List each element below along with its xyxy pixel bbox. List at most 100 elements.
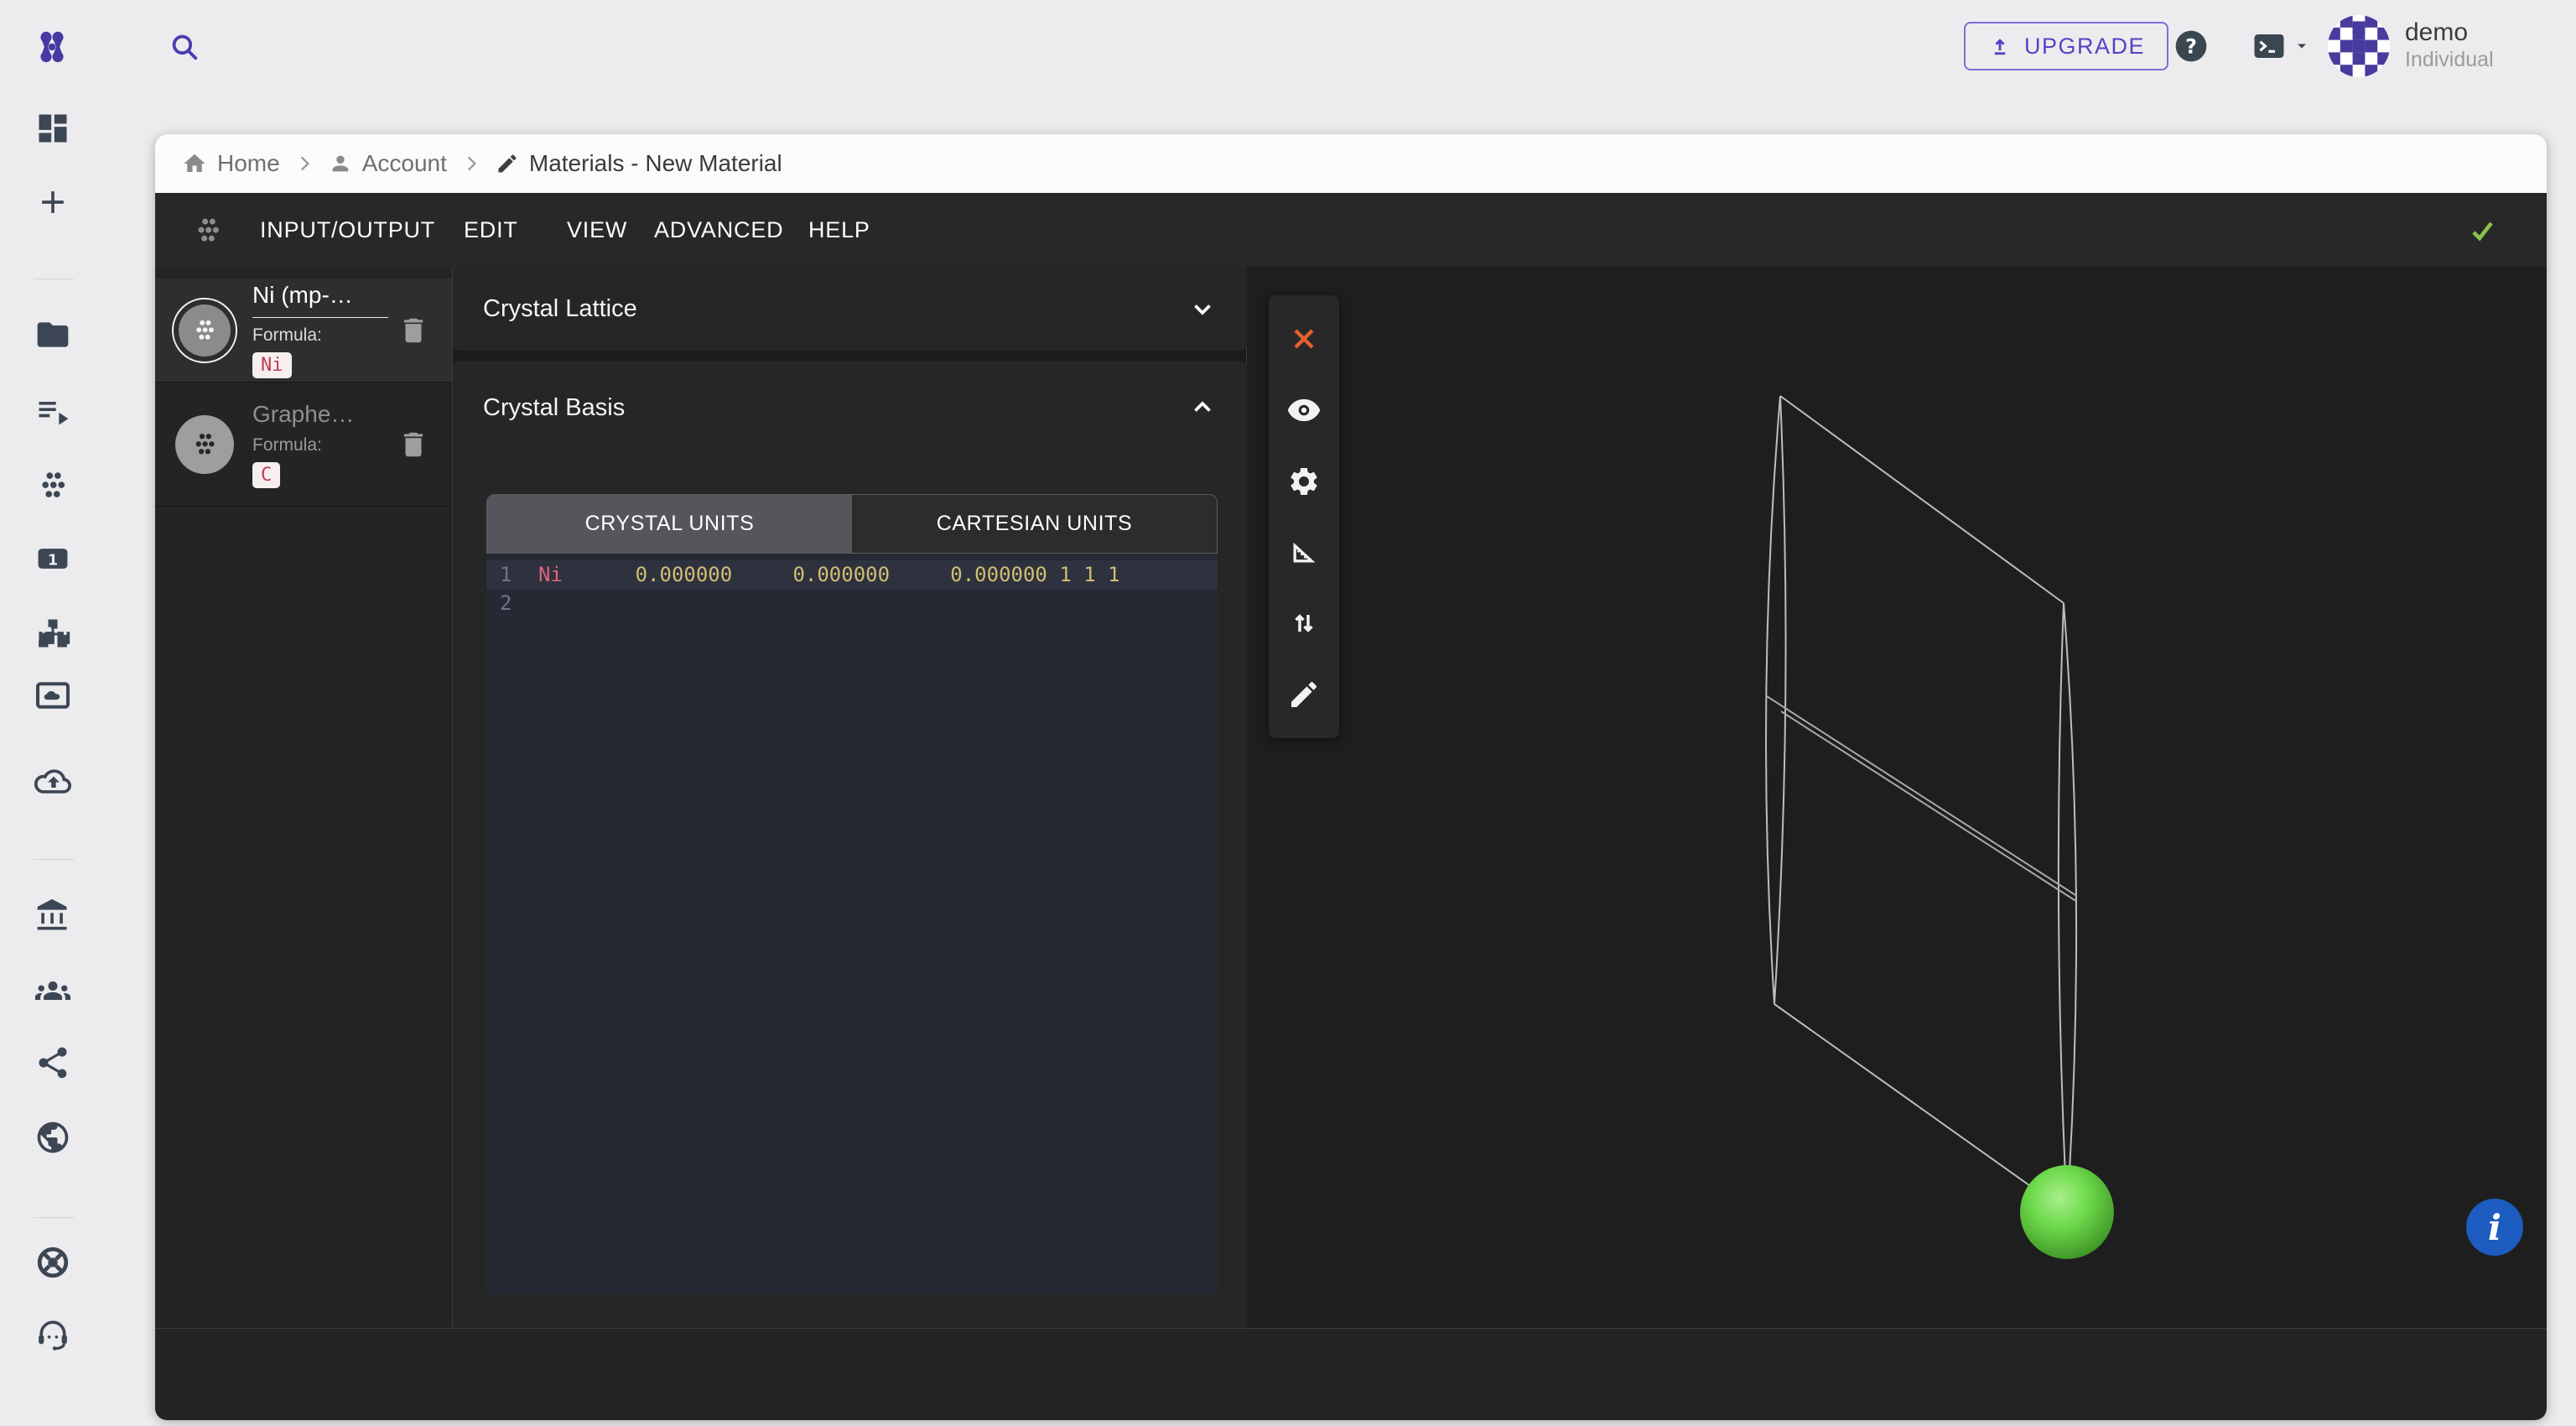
info-icon: i [2488,1207,2501,1248]
search-button[interactable] [164,27,205,67]
sidebar-item-designer[interactable] [34,676,72,715]
menu-view[interactable]: VIEW [567,193,627,267]
help-icon: ? [2173,28,2210,65]
atom-sphere-ni[interactable] [2020,1165,2114,1259]
sidebar-item-support[interactable] [34,1315,72,1354]
swap-axes-button[interactable] [1284,603,1324,643]
sidebar-divider [34,278,74,279]
sidebar-item-projects[interactable] [34,315,72,354]
sidebar-item-jobs[interactable] [34,392,72,430]
cluster-dots-icon [191,214,225,247]
material-menubar: INPUT/OUTPUT EDIT VIEW ADVANCED HELP [155,193,2547,267]
delete-material-button[interactable] [395,312,432,349]
sidebar-divider [34,859,74,860]
menu-advanced[interactable]: ADVANCED [654,193,783,267]
sidebar-item-share[interactable] [34,1043,72,1082]
mat3ra-logo-icon [29,23,75,70]
cluster-dots-icon [34,467,71,504]
cloud-upload-icon [34,763,71,800]
console-button[interactable] [2247,27,2313,65]
edit-structure-button[interactable] [1284,674,1324,715]
material-avatar [172,298,237,363]
coords-token: 0.000000 0.000000 0.000000 1 1 1 [563,563,1120,586]
sidebar-item-materials[interactable] [34,466,72,505]
measure-button[interactable] [1284,532,1324,572]
code-line: 1Ni 0.000000 0.000000 0.000000 1 1 1 [486,560,1218,589]
crystal-scene[interactable] [1247,267,2547,1328]
sidebar-item-teams[interactable] [34,971,72,1010]
info-button[interactable]: i [2466,1199,2523,1256]
material-item-ni[interactable]: Ni (mp-… Formula: Ni [155,278,452,383]
material-item-graphene[interactable]: Graphe… Formula: C [155,383,452,507]
save-check-button[interactable] [2463,211,2501,250]
user-avatar[interactable] [2328,15,2390,77]
basis-code-editor[interactable]: 1Ni 0.000000 0.000000 0.000000 1 1 1 2 [486,554,1218,1294]
chevron-right-icon [293,153,315,174]
number-one-icon: 1 [34,540,71,577]
menu-edit[interactable]: EDIT [464,193,518,267]
sidebar-item-create[interactable] [34,183,72,221]
sidebar-item-import[interactable] [34,762,72,801]
close-viewer-button[interactable] [1284,319,1324,359]
sidebar-item-explore[interactable] [34,1118,72,1157]
menu-help[interactable]: HELP [808,193,870,267]
breadcrumb-home-label: Home [217,150,280,177]
chevron-down-icon [1188,294,1217,323]
sidebar-item-workflows[interactable] [34,614,72,653]
home-icon [182,151,207,176]
sidebar-divider [34,1217,74,1218]
playlist-play-icon [34,393,71,429]
dashboard-icon [34,110,71,147]
pencil-icon [1287,678,1321,711]
sidebar-item-dashboard[interactable] [34,109,72,148]
eye-icon [1286,393,1322,428]
search-icon [167,29,202,65]
svg-text:?: ? [2185,34,2197,58]
chevron-up-icon [1188,393,1217,422]
crystal-lattice-header[interactable]: Crystal Lattice [453,267,1247,351]
unit-cell-wireframe [1766,396,2077,1212]
swap-vertical-icon [1287,606,1321,640]
check-icon [2464,212,2501,249]
close-icon [1287,322,1321,356]
crystal-lattice-title: Crystal Lattice [483,295,637,323]
sidebar-item-organization[interactable] [34,897,72,935]
tab-crystal-units[interactable]: CRYSTAL UNITS [487,495,852,553]
material-text: Graphe… Formula: C [237,401,395,488]
crystal-basis-header[interactable]: Crystal Basis [453,361,1247,455]
tab-cartesian-units[interactable]: CARTESIAN UNITS [852,495,1217,553]
help-button[interactable]: ? [2172,27,2210,65]
line-number: 1 [500,560,538,589]
caret-down-icon [2293,38,2310,55]
breadcrumb-current: Materials - New Material [496,150,782,177]
tree-icon [34,615,71,652]
people-icon [34,972,71,1009]
user-info[interactable]: demo Individual [2405,18,2494,72]
set-square-icon [1287,535,1321,569]
mat3ra-logo[interactable] [29,23,75,70]
folder-icon [34,316,71,353]
trash-icon [397,315,429,346]
material-name[interactable]: Graphe… [252,401,395,428]
image-cloud-icon [34,677,71,714]
editor-card: Home Account Materials - New Material IN… [155,134,2547,1419]
share-icon [34,1044,71,1081]
svg-text:1: 1 [48,552,58,569]
breadcrumb-home[interactable]: Home [182,150,280,177]
sidebar-item-learn[interactable] [34,1243,72,1282]
menu-input-output[interactable]: INPUT/OUTPUT [260,193,435,267]
card-footer [155,1328,2547,1420]
bank-icon [34,898,71,934]
material-name[interactable]: Ni (mp-… [252,282,388,318]
viewer-toolbar [1269,295,1339,738]
settings-button[interactable] [1284,461,1324,502]
breadcrumb-account[interactable]: Account [329,150,447,177]
structure-viewer[interactable]: i [1247,267,2547,1328]
sidebar-item-bank[interactable]: 1 [34,539,72,578]
visibility-button[interactable] [1284,390,1324,430]
trash-icon [397,429,429,461]
upgrade-button[interactable]: UPGRADE [1964,22,2168,70]
menubar-cluster-button[interactable] [189,211,227,250]
topbar: UPGRADE ? demo Individual [109,0,2576,117]
delete-material-button[interactable] [395,426,432,463]
